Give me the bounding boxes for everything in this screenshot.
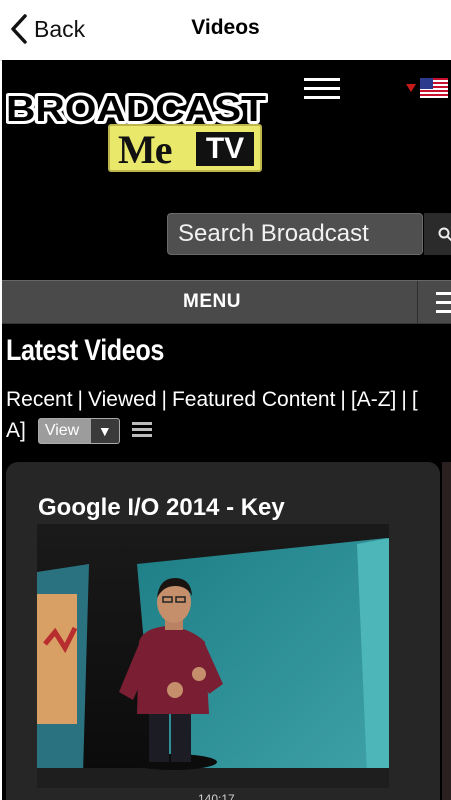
tab-z-a[interactable]: [ [412, 388, 418, 411]
thumbnail-image [37, 524, 389, 788]
tab-recent[interactable]: Recent [6, 388, 73, 411]
language-selector[interactable] [406, 78, 448, 98]
latest-videos-heading: Latest Videos [6, 334, 164, 367]
us-flag-icon [420, 78, 448, 98]
logo-tv-text: TV [196, 132, 254, 166]
tab-separator: | [401, 388, 407, 411]
tab-separator: | [77, 388, 84, 411]
logo-me-text: Me [118, 127, 173, 172]
search-button[interactable] [424, 213, 451, 255]
tab-separator: | [340, 388, 346, 411]
filter-row: A] View ▼ [6, 418, 152, 444]
search-input[interactable]: Search Broadcast [167, 213, 423, 255]
view-select[interactable]: View ▼ [37, 418, 120, 444]
video-filter-tabs: Recent | Viewed | Featured Content | [A-Z] |[ [6, 388, 418, 412]
menu-bar[interactable]: MENU [2, 280, 451, 324]
broadcast-logo[interactable]: BROADCAST BROADCAST [6, 90, 268, 128]
menu-divider [417, 281, 418, 323]
menu-label: MENU [183, 291, 241, 312]
video-title[interactable]: Google I/O 2014 - Key [38, 494, 285, 522]
search-icon [438, 227, 451, 242]
hamburger-menu-icon[interactable] [304, 78, 340, 100]
tab-z-a-continued[interactable]: A] [6, 419, 26, 443]
dropdown-arrow-icon [406, 84, 416, 92]
video-duration: 140:17 [198, 792, 235, 800]
view-select-label: View [38, 419, 91, 443]
list-view-icon[interactable] [131, 422, 152, 440]
webview: BROADCAST BROADCAST Me TV Search Broadca… [2, 60, 451, 800]
logo-text-fill: BROADCAST [6, 90, 266, 128]
next-video-card-edge[interactable] [442, 462, 451, 800]
metv-logo[interactable]: Me TV [108, 124, 262, 172]
navigation-bar: Back Videos [0, 0, 451, 61]
tab-featured-content[interactable]: Featured Content [172, 388, 335, 411]
video-thumbnail[interactable] [37, 524, 389, 788]
chevron-down-icon: ▼ [90, 419, 119, 443]
tab-viewed[interactable]: Viewed [88, 388, 157, 411]
tab-a-z[interactable]: [A-Z] [351, 388, 397, 411]
tab-separator: | [161, 388, 167, 411]
page-title: Videos [191, 16, 260, 39]
menu-hamburger-icon[interactable] [436, 292, 451, 314]
